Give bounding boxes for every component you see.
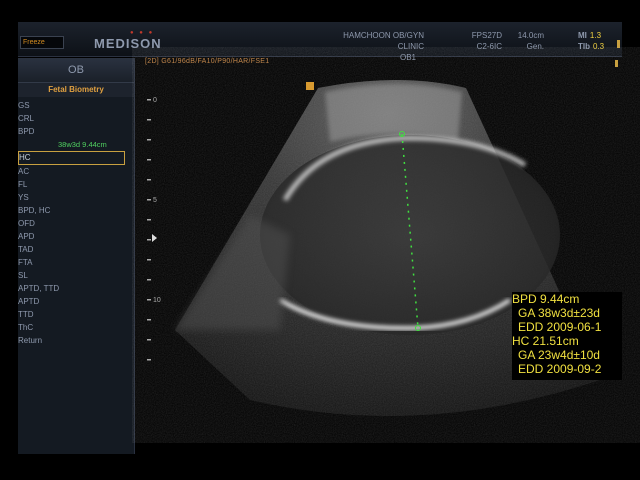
depth-label-5: 5	[153, 197, 157, 204]
result-hc: HC 21.51cm	[512, 334, 579, 348]
depth-label-0: 0	[153, 97, 157, 104]
result-bpd: BPD 9.44cm	[512, 292, 580, 306]
mouse-cursor	[152, 234, 157, 242]
orientation-marker	[306, 82, 314, 90]
measurement-results: BPD 9.44cm GA 38w3d±23d EDD 2009-06-1 HC…	[512, 292, 622, 380]
result-hc-ga: GA 23w4d±10d	[518, 348, 600, 362]
near-field-band	[325, 84, 462, 142]
result-bpd-edd: EDD 2009-06-1	[518, 320, 602, 334]
result-hc-edd: EDD 2009-09-2	[518, 362, 602, 376]
result-bpd-ga: GA 38w3d±23d	[518, 306, 600, 320]
focus-marker	[615, 60, 618, 67]
depth-label-10: 10	[153, 297, 161, 304]
depth-scale-ticks	[147, 99, 151, 361]
ultrasound-image[interactable]: 0 5 10	[0, 0, 640, 480]
